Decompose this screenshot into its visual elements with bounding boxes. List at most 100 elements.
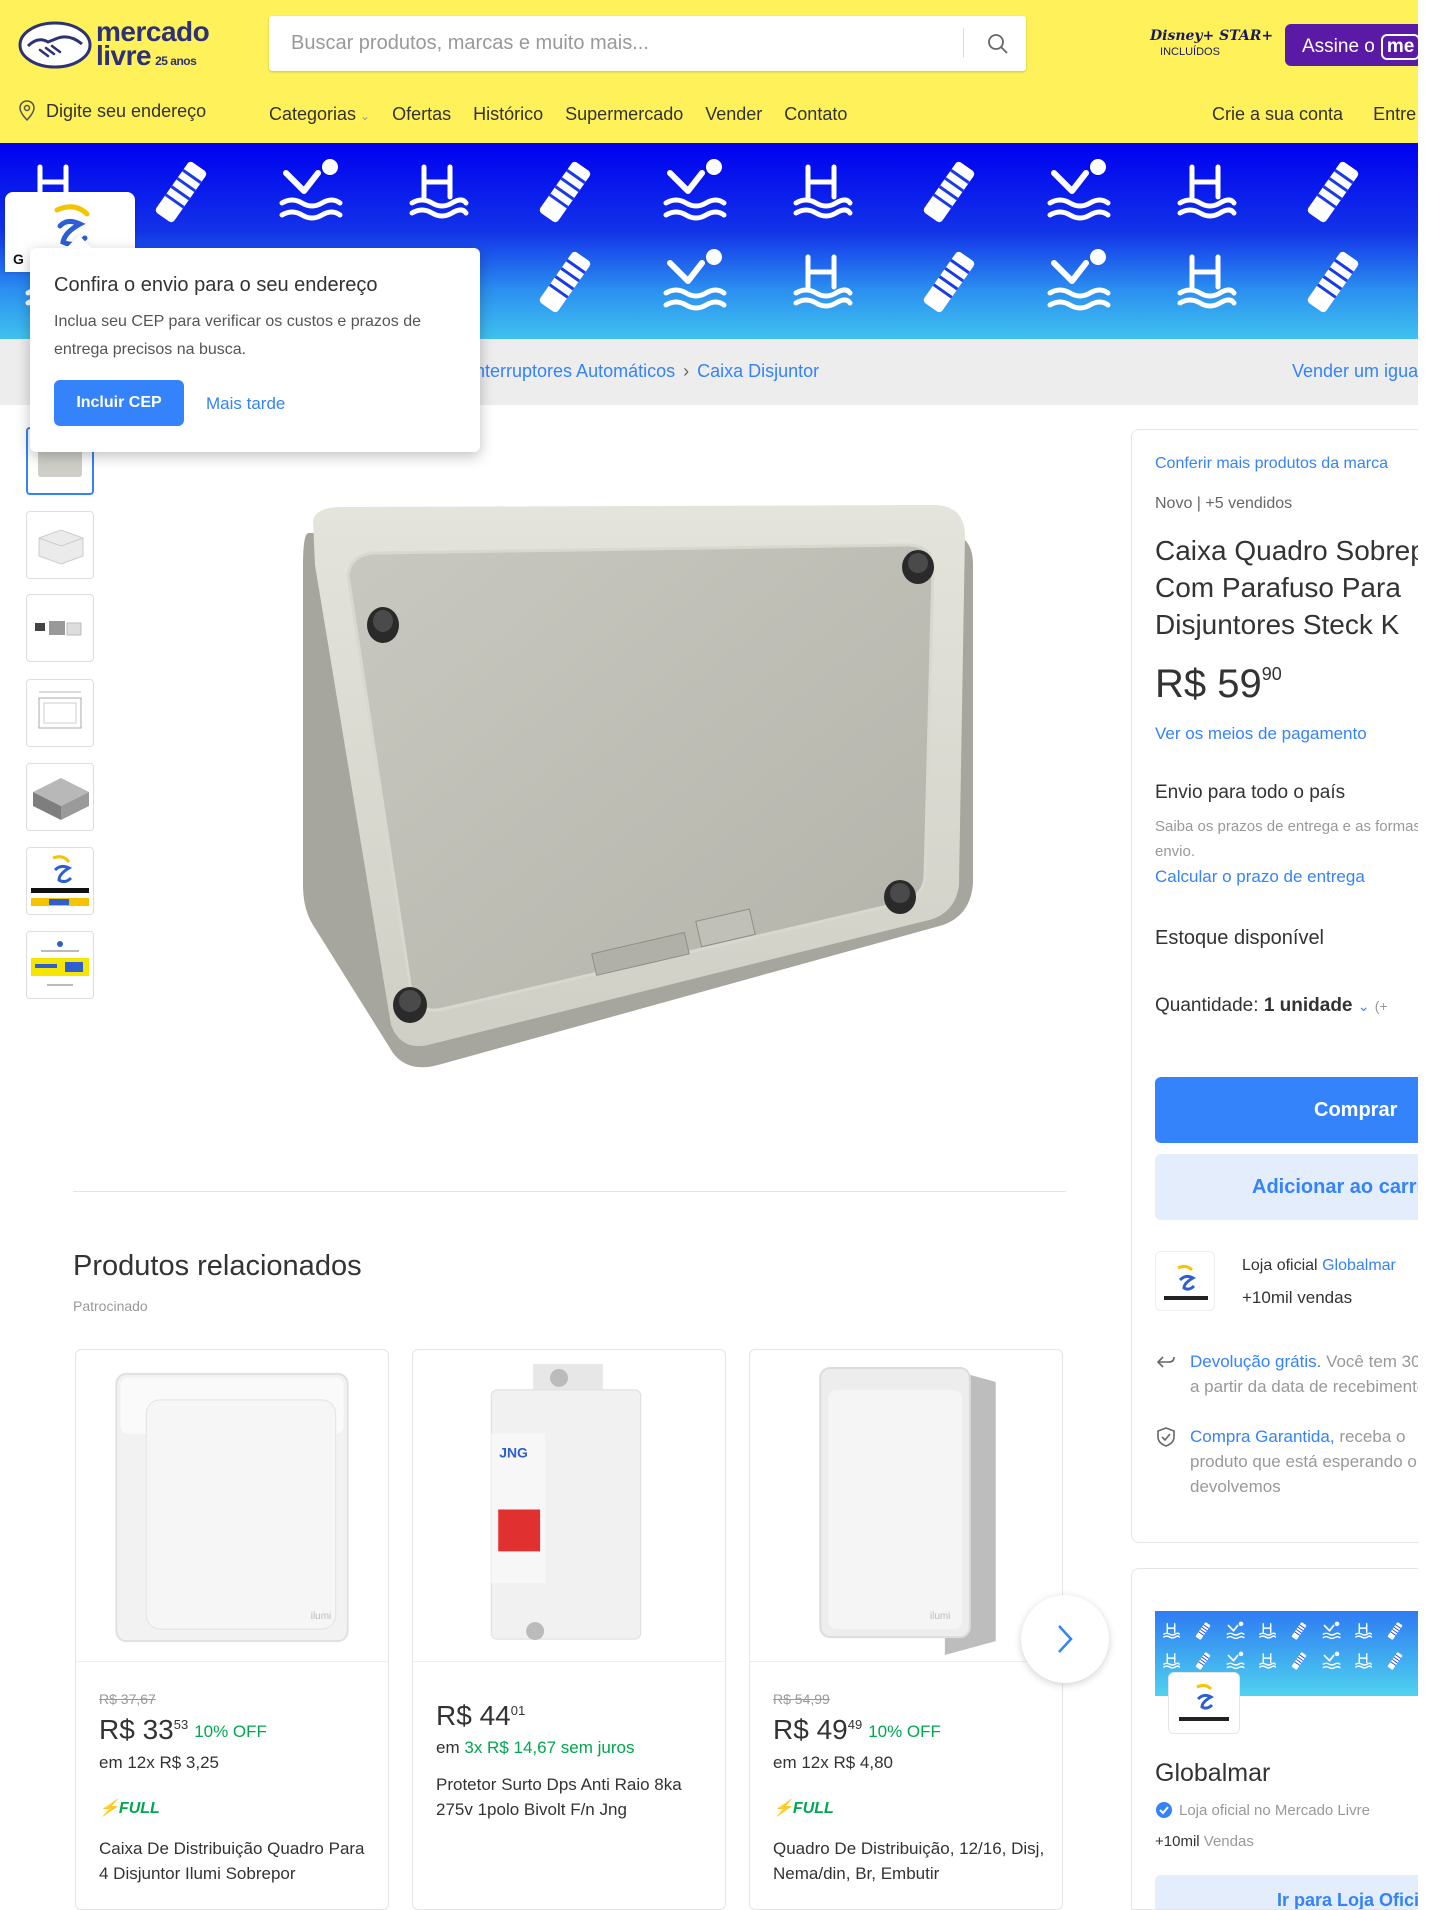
sell-same-link[interactable]: Vender um igual <box>1292 361 1422 382</box>
store-sales-count: +10mil <box>1155 1833 1200 1850</box>
subscribe-label: Assine o <box>1302 36 1375 57</box>
add-to-cart-button[interactable]: Adicionar ao carrinho <box>1155 1154 1434 1220</box>
thumbnail-3[interactable] <box>26 594 94 662</box>
related-card-1[interactable]: ilumi R$ 37,67 R$ 3353 10% OFF em 12x R$ … <box>75 1349 389 1910</box>
globalmar-logo-image <box>31 855 89 906</box>
ladder-pattern-icon <box>1355 1653 1372 1669</box>
account-links: Crie a sua conta Entre <box>1212 104 1416 125</box>
buy-box: Conferir mais produtos da marca Novo | +… <box>1131 429 1434 1543</box>
distribution-box-image: ilumi <box>76 1372 388 1662</box>
related-card-2[interactable]: JNG R$ 4401 em 3x R$ 14,67 sem juros Pro… <box>412 1349 726 1910</box>
nav-categories[interactable]: Categorias ⌄ <box>269 104 370 125</box>
thumbnail-5[interactable] <box>26 763 94 831</box>
search-button[interactable] <box>969 16 1026 71</box>
flush-box-image: ilumi <box>750 1366 1062 1662</box>
quantity-label: Quantidade: <box>1155 995 1259 1016</box>
store-sales-label: Vendas <box>1203 1833 1254 1850</box>
search-divider <box>963 28 964 58</box>
shipping-info: Envio para todo o país <box>1155 782 1346 803</box>
price: R$ 4949 10% OFF <box>773 1714 941 1746</box>
nav-contact[interactable]: Contato <box>784 104 847 125</box>
surge-protector-image: JNG <box>413 1363 725 1662</box>
breadcrumb-item-caixa[interactable]: Caixa Disjuntor <box>697 361 819 381</box>
price: R$ 3353 10% OFF <box>99 1714 267 1746</box>
calculate-shipping-link[interactable]: Calcular o prazo de entrega <box>1155 867 1365 887</box>
swimmer-pattern-icon <box>279 159 343 221</box>
nav-categories-label: Categorias <box>269 104 357 124</box>
logo-bottom: livre <box>96 40 152 71</box>
ladder-pattern-icon <box>1355 1623 1372 1639</box>
swimmer-pattern-icon <box>1047 249 1111 311</box>
store-official-text: Loja oficial no Mercado Livre <box>1179 1801 1370 1819</box>
swimmer-pattern-icon <box>1322 1651 1341 1670</box>
related-card-3[interactable]: ilumi R$ 54,99 R$ 4949 10% OFF em 12x R$ … <box>749 1349 1063 1910</box>
breadcrumb: Interruptores Automáticos › Caixa Disjunto… <box>470 361 819 382</box>
sunbed-pattern-icon <box>1307 251 1359 313</box>
installments: em 3x R$ 14,67 sem juros <box>436 1738 634 1758</box>
later-button[interactable]: Mais tarde <box>206 394 285 414</box>
related-products-title: Produtos relacionados <box>73 1250 362 1282</box>
thumbnail-2[interactable] <box>26 511 94 579</box>
thumbnail-6[interactable] <box>26 847 94 915</box>
nav-sell[interactable]: Vender <box>705 104 762 125</box>
header: mercado livre25 anos Disney+ STAR+ INCLU… <box>0 0 1434 143</box>
breadcrumb-item-interruptores[interactable]: Interruptores Automáticos <box>470 361 675 381</box>
swimmer-pattern-icon <box>663 159 727 221</box>
sunbed-pattern-icon <box>923 161 975 223</box>
address-selector[interactable]: Digite seu endereço <box>18 100 206 122</box>
go-to-store-button[interactable]: Ir para Loja Oficial <box>1155 1875 1434 1909</box>
section-divider <box>73 1191 1066 1192</box>
cep-popup: Confira o envio para o seu endereço Incl… <box>30 235 480 452</box>
full-badge: ⚡FULL <box>99 1798 160 1818</box>
white-box-image <box>38 529 84 565</box>
product-price: R$ 5990 <box>1155 662 1282 707</box>
chevron-down-icon: ⌄ <box>1357 998 1370 1014</box>
nav-history[interactable]: Histórico <box>473 104 543 125</box>
cep-popup-title: Confira o envio para o seu endereço <box>54 274 378 296</box>
seller-sales: +10mil vendas <box>1242 1288 1353 1307</box>
payment-methods-link[interactable]: Ver os meios de pagamento <box>1155 724 1367 744</box>
quantity-available: (+ <box>1374 998 1388 1014</box>
nav-offers[interactable]: Ofertas <box>392 104 451 125</box>
brand-products-link[interactable]: Conferir mais produtos da marca <box>1155 455 1388 473</box>
create-account-link[interactable]: Crie a sua conta <box>1212 104 1343 125</box>
official-store-card: Globalmar Loja oficial no Mercado Livre … <box>1131 1568 1434 1910</box>
price-cents: 49 <box>847 1717 863 1732</box>
ladder-pattern-icon <box>409 164 469 219</box>
price: R$ 4401 <box>436 1700 525 1732</box>
store-card-logo[interactable] <box>1168 1672 1240 1734</box>
guarantee-link[interactable]: Compra Garantida, <box>1190 1427 1335 1446</box>
sunbed-pattern-icon <box>1387 1622 1403 1640</box>
address-label: Digite seu endereço <box>46 100 207 121</box>
buy-button[interactable]: Comprar <box>1155 1077 1434 1143</box>
subscribe-button[interactable]: Assine o me <box>1285 24 1434 66</box>
full-label: FULL <box>792 1800 834 1817</box>
product-description: Caixa De Distribuição Quadro Para 4 Disj… <box>99 1839 365 1883</box>
guarantee-info: Compra Garantida, receba o produto que e… <box>1155 1424 1434 1499</box>
nav-supermarket[interactable]: Supermercado <box>565 104 683 125</box>
main-nav: Categorias ⌄ Ofertas Histórico Supermerca… <box>269 104 847 125</box>
full-badge: ⚡FULL <box>773 1798 834 1818</box>
seller-logo[interactable] <box>1155 1251 1215 1311</box>
sunbed-pattern-icon <box>539 161 591 223</box>
seller-name-link[interactable]: Globalmar <box>1322 1257 1396 1274</box>
carousel-next-button[interactable] <box>1021 1595 1109 1683</box>
thumbnail-7[interactable] <box>26 931 94 999</box>
page: mercado livre25 anos Disney+ STAR+ INCLU… <box>0 0 1434 1910</box>
include-cep-button[interactable]: Incluir CEP <box>54 380 184 426</box>
main-product-image[interactable] <box>203 505 1003 1105</box>
globalmar-logo-icon <box>1164 1264 1208 1300</box>
mercado-livre-logo[interactable]: mercado livre 25 anos <box>18 16 210 76</box>
search-input[interactable] <box>269 16 959 71</box>
logo-badge: 25 anos <box>155 54 197 68</box>
svg-text:ilumi: ilumi <box>930 1611 950 1622</box>
login-link[interactable]: Entre <box>1373 104 1416 125</box>
discount-badge: 10% OFF <box>194 1721 267 1741</box>
disney-star-promo[interactable]: Disney+ STAR+ INCLUÍDOS <box>1150 28 1275 73</box>
installments: em 12x R$ 3,25 <box>99 1753 220 1772</box>
thumbnail-4[interactable] <box>26 679 94 747</box>
free-return-link[interactable]: Devolução grátis. <box>1190 1352 1321 1371</box>
quantity-selector[interactable]: Quantidade: 1 unidade ⌄ (+ <box>1155 995 1388 1017</box>
sponsored-label: Patrocinado <box>73 1298 148 1314</box>
location-pin-icon <box>19 100 35 122</box>
